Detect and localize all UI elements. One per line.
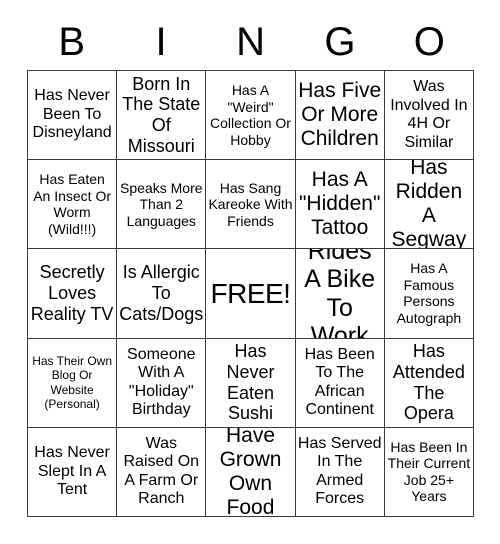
bingo-square[interactable]: Is Allergic To Cats/Dogs <box>117 249 207 339</box>
bingo-square-label: Rides A Bike To Work <box>304 249 376 339</box>
bingo-square-label: Has A "Hidden" Tattoo <box>298 168 381 240</box>
bingo-square[interactable]: Someone With A "Holiday" Birthday <box>117 338 207 428</box>
header-letter-g: G <box>324 20 356 64</box>
bingo-square-label: Was Involved In 4H Or Similar <box>390 78 468 151</box>
bingo-square[interactable]: Has Five Or More Children <box>295 71 385 161</box>
bingo-square-free[interactable]: FREE! <box>206 249 296 339</box>
bingo-square[interactable]: Has Sang Kareoke With Friends <box>206 160 296 250</box>
bingo-square[interactable]: Has Served In The Armed Forces <box>295 427 385 517</box>
bingo-square[interactable]: Was Raised On A Farm Or Ranch <box>117 427 207 517</box>
bingo-square-label: Has Attended The Opera <box>392 341 465 424</box>
bingo-square[interactable]: Has Never Slept In A Tent <box>28 427 118 517</box>
bingo-square[interactable]: Has Been To The African Continent <box>295 338 385 428</box>
bingo-square-label: Secretly Loves Reality TV <box>30 262 114 324</box>
bingo-square[interactable]: Have Grown Own Food <box>206 427 296 517</box>
bingo-square[interactable]: Speaks More Than 2 Languages <box>117 160 207 250</box>
bingo-square-label: Has A Famous Persons Autograph <box>396 260 462 326</box>
bingo-square[interactable]: Has Attended The Opera <box>384 338 474 428</box>
header-letter-b: B <box>58 20 86 64</box>
bingo-card: B I N G O Has Never Been To Disneyland Bo… <box>27 14 474 518</box>
bingo-square-label: Has Five Or More Children <box>298 79 382 151</box>
bingo-square[interactable]: Has Eaten An Insect Or Worm (Wild!!!) <box>28 160 118 250</box>
header-letter-n: N <box>236 20 265 64</box>
bingo-square-label: Has Never Slept In A Tent <box>34 444 110 499</box>
bingo-square[interactable]: Born In The State Of Missouri <box>117 71 207 161</box>
bingo-square[interactable]: Was Involved In 4H Or Similar <box>384 71 474 161</box>
bingo-square-label: Has Been In Their Current Job 25+ Years <box>387 438 471 505</box>
bingo-square[interactable]: Has A "Weird" Collection Or Hobby <box>206 71 296 161</box>
bingo-square[interactable]: Has Never Been To Disneyland <box>28 71 118 161</box>
bingo-square[interactable]: Has A "Hidden" Tattoo <box>295 160 385 250</box>
bingo-square-label: Has Served In The Armed Forces <box>297 434 382 508</box>
header-letter-i: I <box>155 20 167 64</box>
bingo-square[interactable]: Has Ridden A Segway <box>384 160 474 250</box>
bingo-square[interactable]: Rides A Bike To Work <box>295 249 385 339</box>
bingo-square-label: Has Sang Kareoke With Friends <box>208 179 293 229</box>
bingo-square-label: Has Been To The African Continent <box>304 345 375 419</box>
bingo-square[interactable]: Has A Famous Persons Autograph <box>384 249 474 339</box>
bingo-square-label: Has Their Own Blog Or Website (Personal) <box>32 353 112 412</box>
bingo-square-label: Has Never Eaten Sushi <box>226 341 275 424</box>
bingo-square-label: Someone With A "Holiday" Birthday <box>127 345 196 419</box>
bingo-square[interactable]: Has Been In Their Current Job 25+ Years <box>384 427 474 517</box>
bingo-square-label: Speaks More Than 2 Languages <box>120 179 203 229</box>
bingo-square-label: Has Never Been To Disneyland <box>32 87 112 142</box>
bingo-square[interactable]: Has Never Eaten Sushi <box>206 338 296 428</box>
bingo-grid: Has Never Been To Disneyland Born In The … <box>27 70 474 517</box>
bingo-square-label: Born In The State Of Missouri <box>122 73 201 156</box>
bingo-header-row: B I N G O <box>27 14 474 70</box>
bingo-square[interactable]: Secretly Loves Reality TV <box>28 249 118 339</box>
header-letter-o: O <box>413 20 445 64</box>
bingo-square[interactable]: Has Their Own Blog Or Website (Personal) <box>28 338 118 428</box>
bingo-square-label: Has A "Weird" Collection Or Hobby <box>210 82 291 148</box>
bingo-square-label: Is Allergic To Cats/Dogs <box>119 262 204 324</box>
bingo-square-label: FREE! <box>210 277 291 309</box>
bingo-square-label: Has Eaten An Insect Or Worm (Wild!!!) <box>33 171 111 237</box>
bingo-square-label: Has Ridden A Segway <box>391 160 467 250</box>
bingo-square-label: Have Grown Own Food <box>219 427 282 517</box>
bingo-square-label: Was Raised On A Farm Or Ranch <box>123 434 200 508</box>
